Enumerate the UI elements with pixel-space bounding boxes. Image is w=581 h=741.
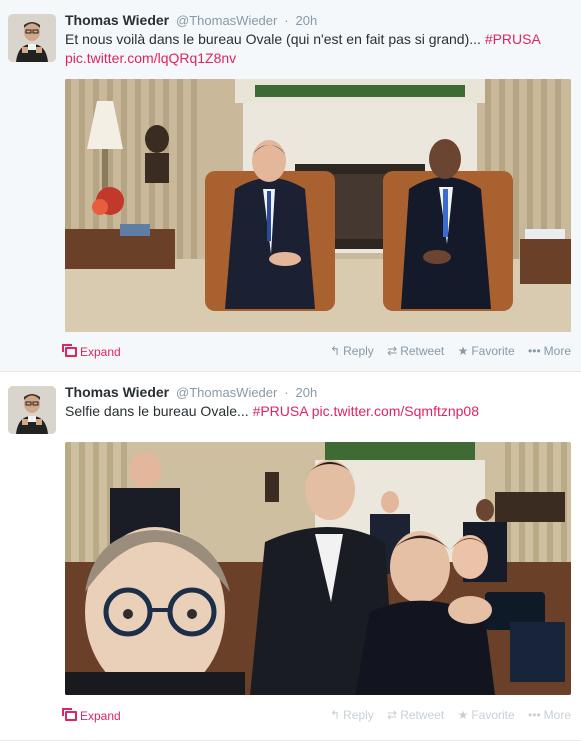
- avatar[interactable]: [8, 14, 56, 62]
- star-icon: ★: [457, 344, 469, 358]
- expand-link[interactable]: Expand: [62, 708, 121, 723]
- tweet[interactable]: Thomas Wieder @ThomasWieder · 20h Et nou…: [0, 0, 581, 372]
- more-label: More: [543, 344, 571, 358]
- avatar[interactable]: [8, 386, 56, 434]
- tweet-header: Thomas Wieder @ThomasWieder · 20h: [65, 11, 317, 30]
- expand-media-icon: [62, 344, 77, 357]
- expand-media-icon: [62, 708, 77, 721]
- screenname[interactable]: @ThomasWieder: [176, 385, 277, 400]
- more-dots-icon: •••: [528, 708, 541, 722]
- more-label: More: [543, 708, 571, 722]
- retweet-button[interactable]: ⇄ Retweet: [387, 344, 444, 358]
- expand-label: Expand: [80, 709, 121, 723]
- tweet-text: Selfie dans le bureau Ovale... #PRUSA pi…: [65, 402, 570, 421]
- tweet-body: Selfie dans le bureau Ovale...: [65, 403, 253, 419]
- more-dots-icon: •••: [528, 344, 541, 358]
- fullname[interactable]: Thomas Wieder: [65, 384, 169, 400]
- separator: ·: [284, 385, 289, 400]
- expand-label: Expand: [80, 345, 121, 359]
- retweet-button[interactable]: ⇄ Retweet: [387, 708, 444, 722]
- tweet-photo[interactable]: [65, 79, 571, 332]
- separator: ·: [284, 13, 289, 28]
- screenname[interactable]: @ThomasWieder: [176, 13, 277, 28]
- reply-button[interactable]: ↰ Reply: [330, 344, 374, 358]
- media-link[interactable]: pic.twitter.com/lqQRq1Z8nv: [65, 50, 236, 66]
- more-button[interactable]: ••• More: [528, 344, 571, 358]
- reply-label: Reply: [343, 344, 374, 358]
- hashtag-link[interactable]: #PRUSA: [253, 403, 308, 419]
- retweet-icon: ⇄: [387, 708, 398, 722]
- timestamp[interactable]: 20h: [295, 385, 317, 400]
- tweet-photo[interactable]: [65, 442, 571, 695]
- tweet-footer: Expand ↰ Reply ⇄ Retweet ★ Favorite ••• More: [62, 707, 571, 727]
- expand-link[interactable]: Expand: [62, 344, 121, 359]
- reply-label: Reply: [343, 708, 374, 722]
- hashtag-link[interactable]: #PRUSA: [485, 31, 541, 47]
- tweet-body: Et nous voilà dans le bureau Ovale (qui …: [65, 31, 485, 47]
- timestamp[interactable]: 20h: [295, 13, 317, 28]
- favorite-label: Favorite: [471, 344, 515, 358]
- favorite-button[interactable]: ★ Favorite: [458, 708, 515, 722]
- retweet-label: Retweet: [400, 344, 445, 358]
- fullname[interactable]: Thomas Wieder: [65, 12, 169, 28]
- tweet-actions: ↰ Reply ⇄ Retweet ★ Favorite ••• More: [320, 708, 571, 722]
- tweet-header: Thomas Wieder @ThomasWieder · 20h: [65, 383, 317, 402]
- tweet[interactable]: Thomas Wieder @ThomasWieder · 20h Selfie…: [0, 372, 581, 741]
- retweet-label: Retweet: [400, 708, 445, 722]
- reply-arrow-icon: ↰: [330, 344, 341, 358]
- tweet-text: Et nous voilà dans le bureau Ovale (qui …: [65, 30, 570, 68]
- reply-arrow-icon: ↰: [330, 708, 341, 722]
- star-icon: ★: [457, 708, 469, 722]
- media-link[interactable]: pic.twitter.com/Sqmftznp08: [312, 403, 479, 419]
- tweet-actions: ↰ Reply ⇄ Retweet ★ Favorite ••• More: [320, 344, 571, 358]
- tweet-footer: Expand ↰ Reply ⇄ Retweet ★ Favorite ••• More: [62, 343, 571, 363]
- favorite-label: Favorite: [471, 708, 515, 722]
- favorite-button[interactable]: ★ Favorite: [458, 344, 515, 358]
- retweet-icon: ⇄: [387, 344, 398, 358]
- more-button[interactable]: ••• More: [528, 708, 571, 722]
- reply-button[interactable]: ↰ Reply: [330, 708, 374, 722]
